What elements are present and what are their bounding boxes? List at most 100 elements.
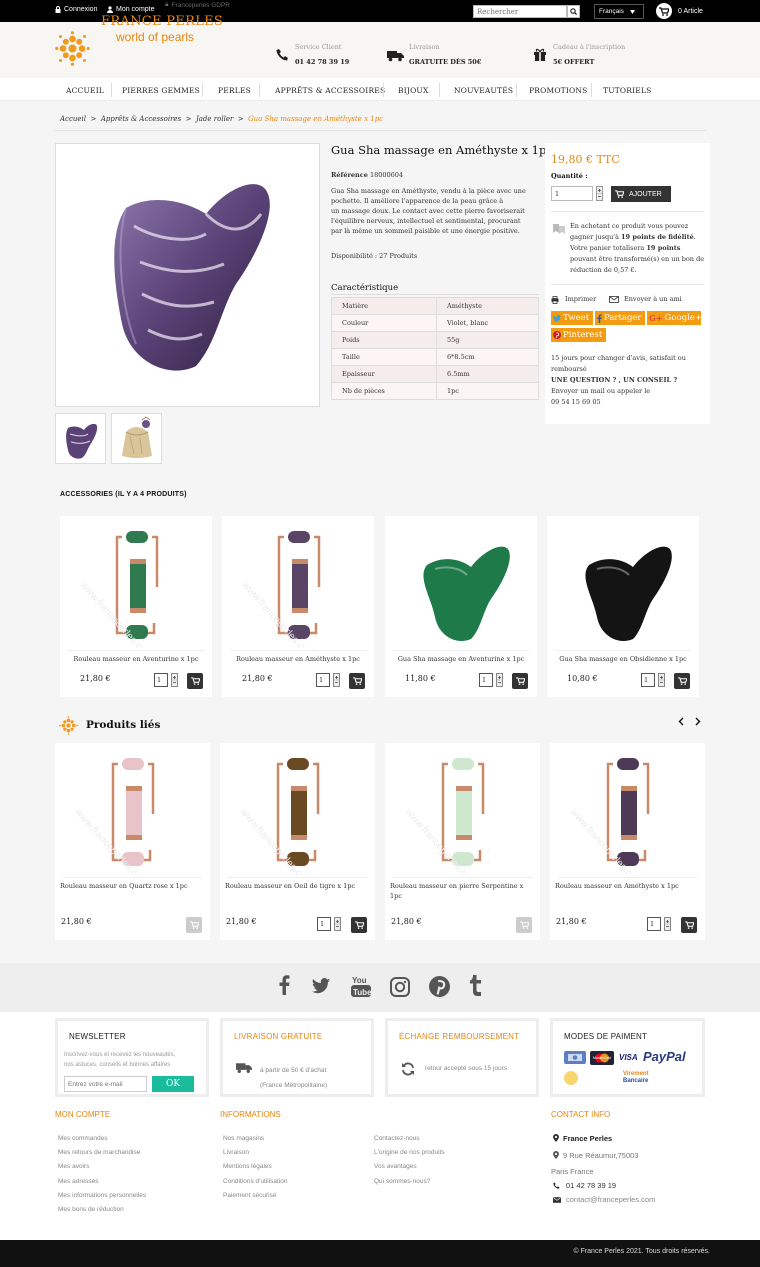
footer-link[interactable]: L'origine de nos produits (374, 1149, 445, 1156)
carousel-prev-button[interactable] (678, 717, 684, 726)
footer-link[interactable]: Mentions légales (223, 1163, 272, 1170)
nav-item-tutoriels[interactable]: TUTORIELS (603, 79, 651, 101)
footer-link[interactable]: Mes avoirs (58, 1163, 89, 1170)
product-image[interactable]: www.franceperles.com (228, 749, 367, 875)
accessory-card[interactable]: Gua Sha massage en Aventurine x 1pc 11,80… (385, 516, 537, 697)
quantity-stepper[interactable] (664, 917, 671, 931)
accessory-card[interactable]: www.franceperles.com Rouleau masseur en A… (60, 516, 212, 697)
add-to-cart-button[interactable] (512, 673, 528, 689)
account-link[interactable]: Mon compte (107, 6, 155, 13)
facebook-share-button[interactable]: Partager (595, 311, 645, 325)
footer-link[interactable]: Nos magasins (223, 1135, 264, 1142)
footer-link[interactable]: Paiement sécurisé (223, 1192, 276, 1199)
twitter-icon[interactable] (311, 978, 331, 994)
google-plus-button[interactable]: G+ Google+ (647, 311, 702, 325)
add-to-cart-button[interactable] (349, 673, 365, 689)
footer-link[interactable]: Mes informations personnelles (58, 1192, 146, 1199)
tweet-button[interactable]: Tweet (551, 311, 593, 325)
product-image[interactable]: www.franceperles.com (63, 749, 202, 875)
accessory-card[interactable]: www.franceperles.com Rouleau masseur en A… (222, 516, 374, 697)
footer-link[interactable]: Vos avantages (374, 1163, 417, 1170)
quantity-stepper[interactable] (658, 673, 665, 687)
quantity-input[interactable]: 1 (317, 917, 331, 931)
product-thumbnail[interactable] (111, 413, 162, 464)
login-link[interactable]: Connexion (55, 6, 97, 13)
product-name[interactable]: Rouleau masseur en Améthyste x 1pc (555, 881, 695, 891)
contact-email[interactable]: contact@franceperles.com (566, 1195, 655, 1204)
search-input[interactable] (473, 5, 567, 18)
footer-link[interactable]: Mes commandes (58, 1135, 108, 1142)
nav-item-nouveautes[interactable]: NOUVEAUTÉS (454, 79, 513, 101)
product-image[interactable]: www.franceperles.com (558, 749, 697, 875)
product-name[interactable]: Rouleau masseur en Améthyste x 1pc (226, 654, 370, 664)
print-link[interactable]: Imprimer (551, 294, 596, 305)
accessory-card[interactable]: Gua Sha massage en Obsidienne x 1pc 10,80… (547, 516, 699, 697)
send-to-friend-link[interactable]: Envoyer à un ami (609, 294, 682, 305)
facebook-icon[interactable] (279, 975, 290, 995)
nav-item-accueil[interactable]: ACCUEIL (66, 79, 104, 101)
add-to-cart-button[interactable] (674, 673, 690, 689)
product-name[interactable]: Rouleau masseur en Quartz rose x 1pc (60, 881, 200, 891)
footer-link[interactable]: Mes bons de réduction (58, 1206, 124, 1213)
breadcrumb-item[interactable]: Accueil (60, 115, 86, 123)
nav-item-promotions[interactable]: PROMOTIONS (529, 79, 587, 101)
related-product-card[interactable]: www.franceperles.com Rouleau masseur en O… (220, 743, 375, 940)
breadcrumb-item[interactable]: Apprêts & Accessoires (101, 115, 181, 123)
product-thumbnail[interactable] (55, 413, 106, 464)
product-name[interactable]: Gua Sha massage en Aventurine x 1pc (389, 654, 533, 664)
breadcrumb-item[interactable]: Jade roller (196, 115, 233, 123)
product-image[interactable] (555, 522, 691, 648)
cart-link[interactable]: 0 Article (656, 3, 703, 19)
quantity-stepper[interactable] (334, 917, 341, 931)
quantity-input[interactable]: 1 (551, 186, 593, 201)
quantity-input[interactable]: 1 (641, 673, 655, 687)
add-to-cart-button[interactable] (351, 917, 367, 933)
gdpr-link[interactable]: 🔒︎ Franceperles GDPR (165, 1, 230, 9)
quantity-input[interactable]: 1 (479, 673, 493, 687)
language-select[interactable]: Français (594, 4, 644, 19)
product-image[interactable]: www.franceperles.com (393, 749, 532, 875)
quantity-input[interactable]: 1 (154, 673, 168, 687)
footer-link[interactable]: Mes retours de marchandise (58, 1149, 140, 1156)
related-product-card[interactable]: www.franceperles.com Rouleau masseur en Q… (55, 743, 210, 940)
add-to-cart-button[interactable] (186, 917, 202, 933)
product-image[interactable]: www.franceperles.com (230, 522, 366, 648)
product-image[interactable] (393, 522, 529, 648)
related-product-card[interactable]: www.franceperles.com Rouleau masseur en p… (385, 743, 540, 940)
add-to-cart-button[interactable] (187, 673, 203, 689)
pinterest-icon[interactable] (429, 976, 450, 997)
nav-item-apprets-accessoires[interactable]: APPRÊTS & ACCESSOIRES (275, 79, 385, 101)
search-button[interactable] (567, 5, 580, 18)
youtube-icon[interactable]: You Tube (351, 974, 371, 998)
tumblr-icon[interactable] (469, 975, 482, 996)
product-name[interactable]: Gua Sha massage en Obsidienne x 1pc (551, 654, 695, 664)
newsletter-ok-button[interactable]: OK (152, 1076, 194, 1092)
product-name[interactable]: Rouleau masseur en Aventurine x 1pc (64, 654, 208, 664)
quantity-stepper[interactable] (596, 186, 603, 201)
nav-item-perles[interactable]: PERLES (218, 79, 251, 101)
quantity-input[interactable]: 1 (647, 917, 661, 931)
footer-link[interactable]: Qui sommes-nous? (374, 1178, 430, 1185)
product-image[interactable]: www.franceperles.com (68, 522, 204, 648)
newsletter-email-input[interactable] (64, 1076, 147, 1092)
footer-link[interactable]: Livraison (223, 1149, 249, 1156)
carousel-next-button[interactable] (695, 717, 701, 726)
product-name[interactable]: Rouleau masseur en Oeil de tigre x 1pc (225, 881, 365, 891)
add-to-cart-button[interactable] (516, 917, 532, 933)
footer-link[interactable]: Mes adresses (58, 1178, 98, 1185)
related-product-card[interactable]: www.franceperles.com Rouleau masseur en A… (550, 743, 705, 940)
nav-item-pierres-gemmes[interactable]: PIERRES GEMMES (122, 79, 200, 101)
product-name[interactable]: Rouleau masseur en pierre Serpentine x 1… (390, 881, 530, 901)
instagram-icon[interactable] (390, 977, 410, 997)
logo[interactable] (55, 31, 90, 66)
add-to-cart-button[interactable] (681, 917, 697, 933)
nav-item-bijoux[interactable]: BIJOUX (398, 79, 429, 101)
pinterest-button[interactable]: Pinterest (551, 328, 606, 342)
footer-link[interactable]: Conditions d'utilisation (223, 1178, 287, 1185)
quantity-stepper[interactable] (171, 673, 178, 687)
quantity-stepper[interactable] (496, 673, 503, 687)
quantity-input[interactable]: 1 (316, 673, 330, 687)
quantity-stepper[interactable] (333, 673, 340, 687)
footer-link[interactable]: Contactez-nous (374, 1135, 420, 1142)
product-main-image[interactable] (55, 143, 320, 407)
